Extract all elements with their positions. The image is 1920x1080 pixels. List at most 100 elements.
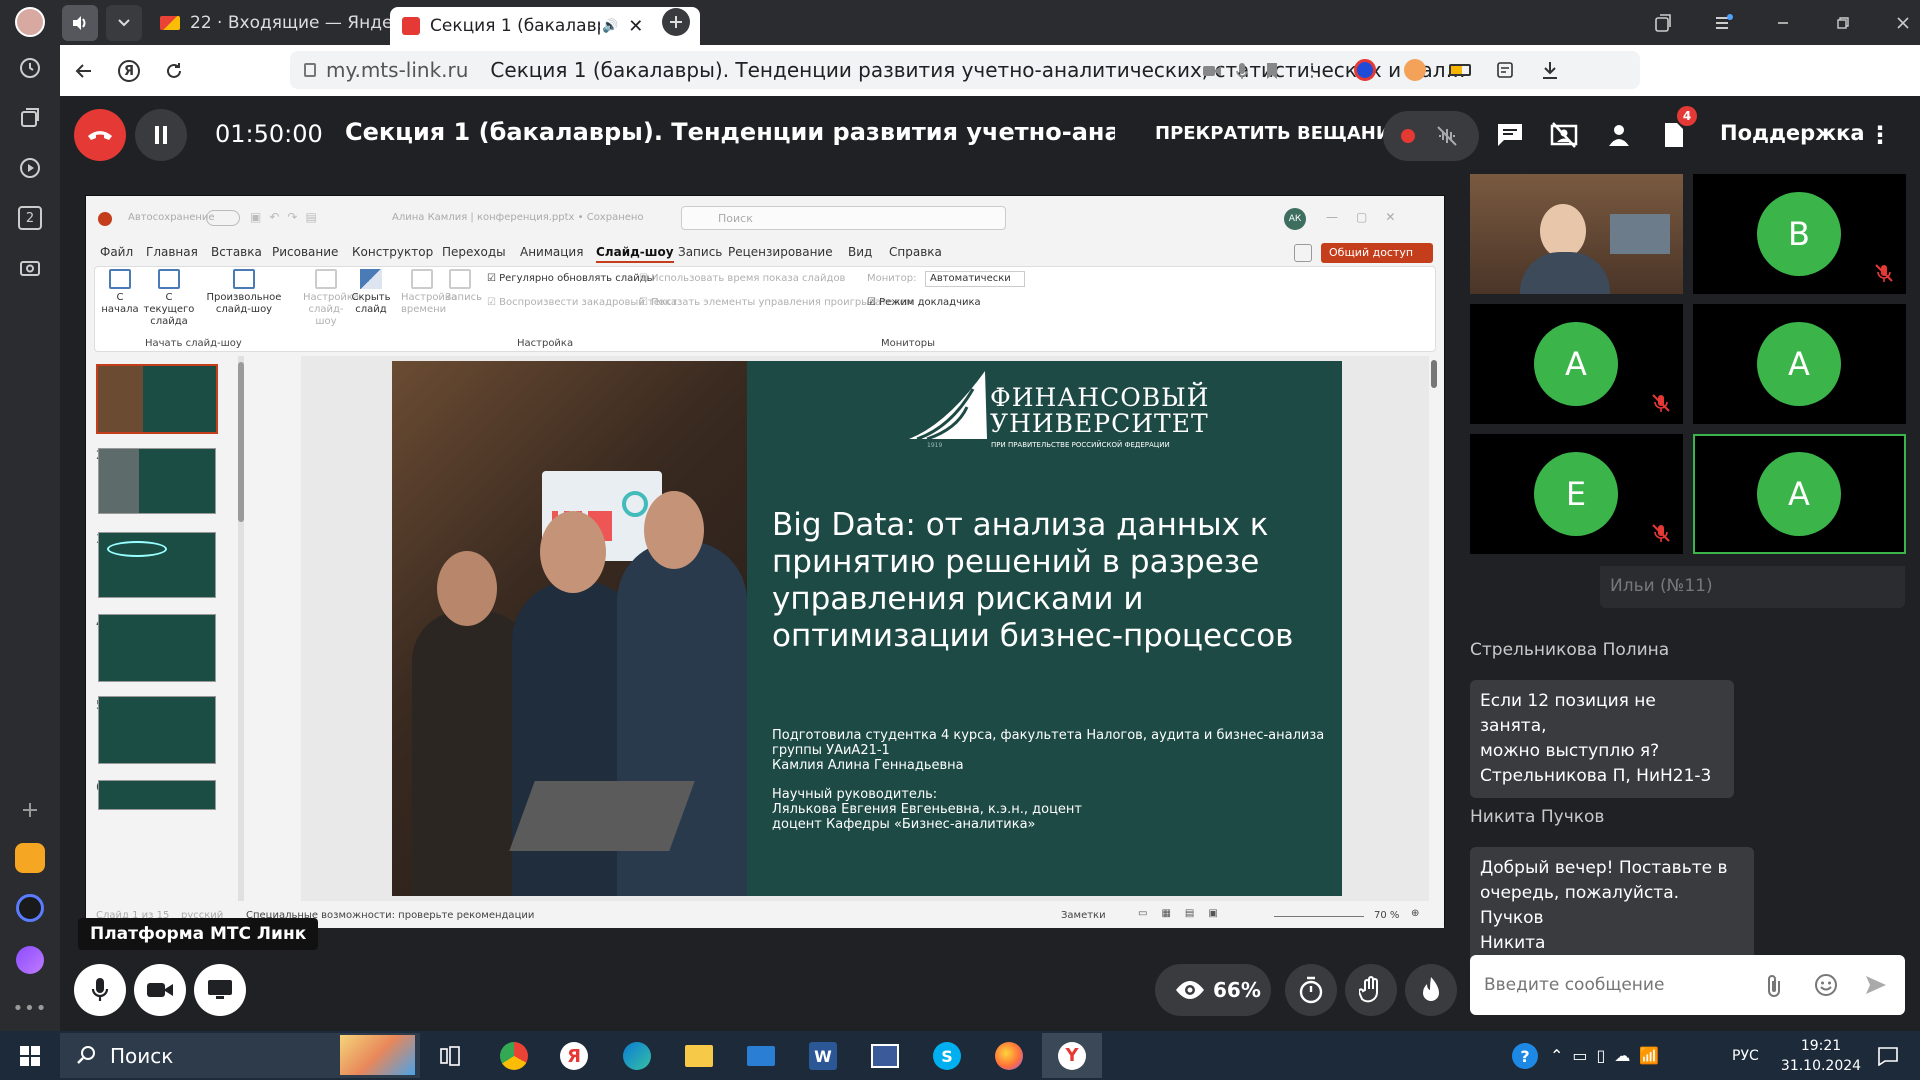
word-icon[interactable]: W: [803, 1036, 843, 1076]
record-button[interactable]: Запись: [445, 269, 482, 304]
edge-icon[interactable]: [617, 1036, 657, 1076]
new-tab-icon[interactable]: [662, 8, 690, 36]
battery-saver-icon[interactable]: [1445, 55, 1475, 85]
participants-hidden-icon[interactable]: [1547, 118, 1581, 152]
slide-thumbnail[interactable]: [98, 532, 216, 598]
participant-tile[interactable]: Е: [1470, 434, 1683, 554]
raise-hand-button[interactable]: [1345, 964, 1397, 1016]
pause-button[interactable]: [135, 109, 187, 161]
yandex-icon[interactable]: Я: [115, 57, 143, 85]
reactions-button[interactable]: [1405, 964, 1457, 1016]
taskbar-search[interactable]: Поиск: [60, 1033, 420, 1078]
quick-access-icons[interactable]: ▣↶↷▤: [250, 210, 360, 226]
audience-stat[interactable]: 66%: [1155, 964, 1271, 1016]
chrome-icon[interactable]: [494, 1036, 534, 1076]
presenter-view-checkbox[interactable]: ☑ Режим докладчика: [867, 297, 981, 309]
reader-icon[interactable]: [1490, 55, 1520, 85]
hang-up-button[interactable]: [74, 109, 126, 161]
more-menu-icon[interactable]: ⋮: [1300, 57, 1324, 85]
slide-thumbnail[interactable]: [98, 448, 216, 514]
option-update-slides[interactable]: ☑ Регулярно обновлять слайды: [487, 273, 655, 285]
url-field[interactable]: my.mts-link.ru Секция 1 (бакалавры). Тен…: [290, 51, 1640, 89]
menu-design[interactable]: Конструктор: [352, 245, 433, 259]
support-button[interactable]: Поддержка: [1720, 121, 1865, 145]
extension-translate-icon[interactable]: [1400, 55, 1430, 85]
restore-icon[interactable]: [1830, 10, 1856, 36]
autosave-toggle[interactable]: [206, 210, 240, 226]
tabs-collection-icon[interactable]: [1650, 10, 1676, 36]
bookmark-icon[interactable]: [1260, 57, 1284, 85]
menu-insert[interactable]: Вставка: [211, 245, 262, 259]
input-language[interactable]: РУС: [1732, 1048, 1759, 1064]
menu-file[interactable]: Файл: [100, 245, 133, 259]
video-icon[interactable]: [12, 150, 48, 186]
menu-transitions[interactable]: Переходы: [442, 245, 506, 259]
downloads-icon[interactable]: [1535, 55, 1565, 85]
menu-animations[interactable]: Анимация: [520, 245, 583, 259]
mail-app-icon[interactable]: [12, 840, 48, 876]
ppt-search-input[interactable]: Поиск: [681, 206, 1006, 230]
store-icon[interactable]: [865, 1036, 905, 1076]
history-icon[interactable]: [12, 50, 48, 86]
firefox-icon[interactable]: [989, 1036, 1029, 1076]
slide-scrollbar[interactable]: [1431, 356, 1439, 901]
help-icon[interactable]: ?: [1505, 1036, 1545, 1076]
close-window-icon[interactable]: [1890, 10, 1916, 36]
share-button[interactable]: Общий доступ: [1321, 243, 1433, 263]
thumbnails-scrollbar[interactable]: [238, 356, 244, 901]
task-view-icon[interactable]: [430, 1036, 470, 1076]
fit-slide-icon[interactable]: ⊕: [1411, 908, 1419, 919]
chat-input[interactable]: [1484, 969, 1754, 1001]
from-start-button[interactable]: С начала: [101, 269, 139, 316]
system-tray-icons[interactable]: ⌃▭▯☁📶: [1550, 1046, 1668, 1065]
tab-audio-icon[interactable]: [62, 5, 98, 41]
screen-share-button[interactable]: [194, 964, 246, 1016]
collections-icon[interactable]: [12, 100, 48, 136]
notes-button[interactable]: Заметки: [1061, 910, 1106, 921]
rehearse-button[interactable]: Настройка времени: [401, 269, 457, 316]
alice-icon[interactable]: [12, 942, 48, 978]
menu-slideshow[interactable]: Слайд-шоу: [596, 245, 674, 263]
more-icon[interactable]: •••: [12, 990, 48, 1026]
yandex-browser-icon[interactable]: Я: [554, 1036, 594, 1076]
menu-home[interactable]: Главная: [146, 245, 198, 259]
file-explorer-icon[interactable]: [679, 1036, 719, 1076]
browser-menu-icon[interactable]: [1710, 10, 1736, 36]
attach-icon[interactable]: [1760, 971, 1788, 999]
skype-icon[interactable]: S: [927, 1036, 967, 1076]
participant-tile-active[interactable]: А: [1693, 434, 1906, 554]
menu-view[interactable]: Вид: [848, 245, 872, 259]
minimize-icon[interactable]: [1770, 10, 1796, 36]
user-profile-icon[interactable]: [1602, 118, 1636, 152]
tab-close-icon[interactable]: ✕: [628, 16, 643, 37]
send-icon[interactable]: [1862, 971, 1890, 999]
mail-icon[interactable]: [741, 1036, 781, 1076]
record-toggle[interactable]: [1383, 111, 1479, 161]
tab-mts-link[interactable]: Секция 1 (бакалавры) 🔊 ✕: [390, 7, 700, 45]
slide-thumbnail[interactable]: [98, 780, 216, 810]
slide-thumbnail[interactable]: [98, 696, 216, 764]
back-icon[interactable]: [70, 57, 98, 85]
microphone-button[interactable]: [74, 964, 126, 1016]
participant-video[interactable]: [1470, 174, 1683, 294]
option-use-timings[interactable]: ☑ Использовать время показа слайдов: [639, 273, 845, 285]
participant-tile[interactable]: А: [1693, 304, 1906, 424]
menu-record[interactable]: Запись: [678, 245, 722, 259]
windows-start-icon[interactable]: [10, 1036, 50, 1076]
custom-show-button[interactable]: Произвольное слайд-шоу: [205, 269, 283, 316]
camera-button[interactable]: [134, 964, 186, 1016]
yandex-taskbar-icon-active[interactable]: Y: [1042, 1033, 1102, 1078]
screenshot-icon[interactable]: [12, 250, 48, 286]
clock[interactable]: 19:21 31.10.2024: [1776, 1036, 1866, 1076]
emoji-icon[interactable]: [1812, 971, 1840, 999]
hide-slide-button[interactable]: Скрыть слайд: [351, 269, 391, 316]
mic-permission-icon[interactable]: [1230, 57, 1254, 85]
header-more-icon[interactable]: ⋮: [1865, 118, 1895, 152]
slide-thumbnail[interactable]: [96, 364, 218, 434]
view-buttons[interactable]: ▭▦▤▣: [1138, 908, 1232, 919]
notifications-icon[interactable]: [1868, 1036, 1908, 1076]
profile-avatar[interactable]: [12, 4, 48, 40]
menu-review[interactable]: Рецензирование: [728, 245, 833, 259]
add-panel-icon[interactable]: [12, 792, 48, 828]
from-current-button[interactable]: С текущего слайда: [141, 269, 197, 328]
